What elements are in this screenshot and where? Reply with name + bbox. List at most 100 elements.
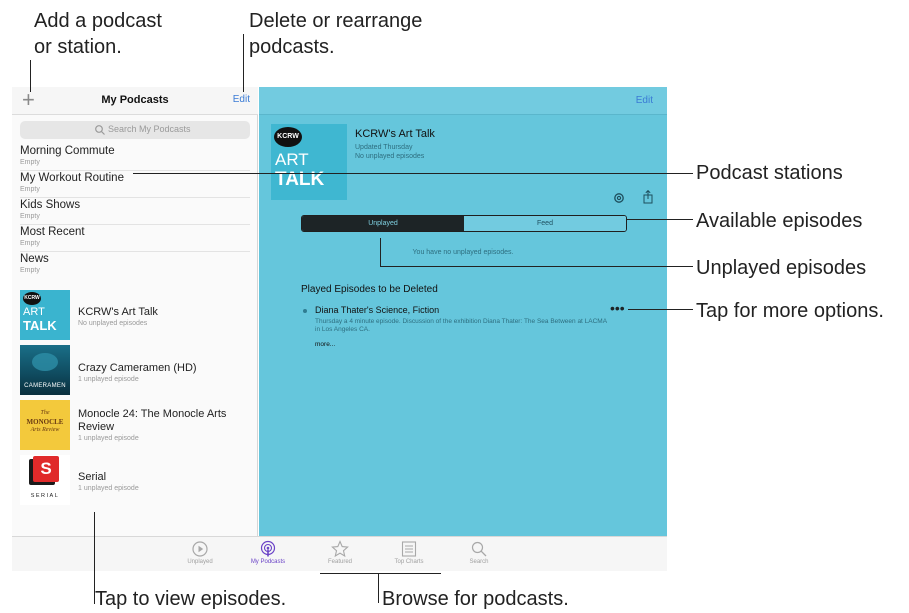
divider — [20, 197, 250, 198]
tab-label: My Podcasts — [250, 559, 286, 565]
more-options-icon[interactable]: ••• — [610, 301, 625, 315]
podcast-artwork: KCRW ART TALK — [271, 124, 347, 200]
list-icon — [401, 541, 417, 557]
episode-filter-control: Unplayed Feed — [301, 215, 627, 232]
podcast-status: 1 unplayed episode — [78, 485, 139, 492]
artwork-shape — [32, 353, 58, 371]
podcasts-icon — [260, 540, 276, 557]
callout-add-podcast: Add a podcast or station. — [34, 10, 162, 58]
left-header: + My Podcasts Edit — [12, 87, 258, 115]
station-row[interactable]: Kids Shows Empty — [20, 199, 258, 225]
empty-state-message: You have no unplayed episodes. — [412, 249, 514, 256]
art-text: ART — [275, 150, 309, 169]
station-name: News — [20, 253, 49, 265]
callout-more-options: Tap for more options. — [696, 300, 884, 322]
more-link[interactable]: more... — [315, 341, 335, 348]
leader-line — [628, 309, 693, 310]
kcrw-logo: KCRW — [23, 292, 41, 305]
station-status: Empty — [20, 186, 40, 193]
station-status: Empty — [20, 267, 40, 274]
podcasts-app-window: + My Podcasts Edit Search My Podcasts Mo… — [12, 87, 667, 571]
kcrw-logo: KCRW — [274, 127, 302, 147]
tab-feed[interactable]: Feed — [464, 216, 626, 231]
callout-unplayed-episodes: Unplayed episodes — [696, 257, 867, 279]
station-name: Kids Shows — [20, 199, 81, 211]
leader-line — [30, 60, 31, 92]
tab-label: Top Charts — [394, 559, 424, 565]
updated-label: Updated Thursday — [355, 144, 413, 151]
share-icon[interactable] — [643, 190, 653, 204]
podcast-meta: Updated Thursday No unplayed episodes — [355, 143, 424, 161]
tab-label: Search — [469, 559, 489, 565]
station-status: Empty — [20, 213, 40, 220]
episode-description: Thursday a 4 minute episode. Discussion … — [315, 318, 607, 333]
divider — [20, 170, 250, 171]
podcast-title: KCRW's Art Talk — [355, 128, 435, 140]
search-input[interactable]: Search My Podcasts — [20, 121, 250, 139]
podcast-title: Serial — [78, 471, 107, 483]
serial-logo: S — [33, 456, 59, 482]
page-title: My Podcasts — [101, 94, 169, 106]
podcast-status: 1 unplayed episode — [78, 376, 139, 383]
edit-button[interactable]: Edit — [636, 95, 653, 106]
settings-icon[interactable] — [613, 192, 625, 204]
podcast-title: KCRW's Art Talk — [78, 306, 158, 318]
right-header: Edit — [259, 87, 667, 115]
station-row[interactable]: Morning Commute Empty — [20, 145, 258, 171]
art-text: Arts Review — [30, 427, 60, 433]
divider — [20, 251, 250, 252]
tab-featured[interactable]: Featured — [315, 540, 365, 566]
leader-line — [320, 573, 441, 574]
art-text: ART — [23, 306, 45, 318]
star-icon — [331, 540, 349, 558]
tab-search[interactable]: Search — [454, 540, 504, 566]
search-icon — [471, 541, 487, 557]
edit-button[interactable]: Edit — [233, 94, 250, 105]
podcast-title: Monocle 24: The Monocle Arts Review — [78, 408, 227, 433]
podcast-status: No unplayed episodes — [78, 320, 148, 327]
tab-unplayed[interactable]: Unplayed — [302, 216, 464, 231]
podcast-artwork: S SERIAL — [20, 455, 70, 505]
station-name: Most Recent — [20, 226, 85, 238]
search-placeholder: Search My Podcasts — [108, 124, 191, 134]
callout-tap-view-episodes: Tap to view episodes. — [95, 588, 287, 610]
callout-browse-podcasts: Browse for podcasts. — [382, 588, 569, 610]
leader-line — [243, 34, 244, 92]
station-status: Empty — [20, 159, 40, 166]
tab-bar: Unplayed My Podcasts Featured Top Charts… — [12, 536, 667, 571]
podcast-artwork: CAMERAMEN — [20, 345, 70, 395]
search-icon — [95, 125, 105, 135]
tab-top-charts[interactable]: Top Charts — [384, 540, 434, 566]
podcast-detail-pane: Edit KCRW ART TALK KCRW's Art Talk Updat… — [259, 87, 667, 536]
play-circle-icon — [192, 541, 208, 557]
tab-label: Unplayed — [187, 559, 213, 565]
episode-title[interactable]: Diana Thater's Science, Fiction — [315, 305, 439, 315]
art-text: TALK — [23, 318, 57, 333]
my-podcasts-pane: + My Podcasts Edit Search My Podcasts Mo… — [12, 87, 258, 536]
art-text: SERIAL — [30, 493, 60, 499]
podcast-artwork: The MONOCLE Arts Review — [20, 400, 70, 450]
leader-line — [627, 219, 693, 220]
tab-label: Featured — [327, 559, 352, 565]
station-row[interactable]: News Empty — [20, 253, 258, 275]
leader-line — [94, 512, 95, 604]
leader-line — [378, 573, 379, 603]
unplayed-dot-icon — [303, 309, 307, 313]
tab-my-podcasts[interactable]: My Podcasts — [243, 540, 293, 566]
art-text: MONOCLE — [26, 418, 64, 426]
callout-delete-rearrange: Delete or rearrange podcasts. — [249, 10, 423, 58]
podcast-status: 1 unplayed episode — [78, 435, 139, 442]
leader-line — [380, 238, 381, 267]
station-row[interactable]: My Workout Routine Empty — [20, 172, 258, 198]
leader-line — [133, 173, 693, 174]
station-status: Empty — [20, 240, 40, 247]
unplayed-count: No unplayed episodes — [355, 153, 425, 160]
station-name: Morning Commute — [20, 145, 115, 157]
tab-unplayed[interactable]: Unplayed — [175, 540, 225, 566]
station-row[interactable]: Most Recent Empty — [20, 226, 258, 252]
art-text: CAMERAMEN — [24, 383, 66, 389]
art-text: The — [40, 410, 50, 416]
divider — [20, 224, 250, 225]
podcast-title: Crazy Cameramen (HD) — [78, 362, 197, 374]
section-title: Played Episodes to be Deleted — [301, 284, 438, 295]
